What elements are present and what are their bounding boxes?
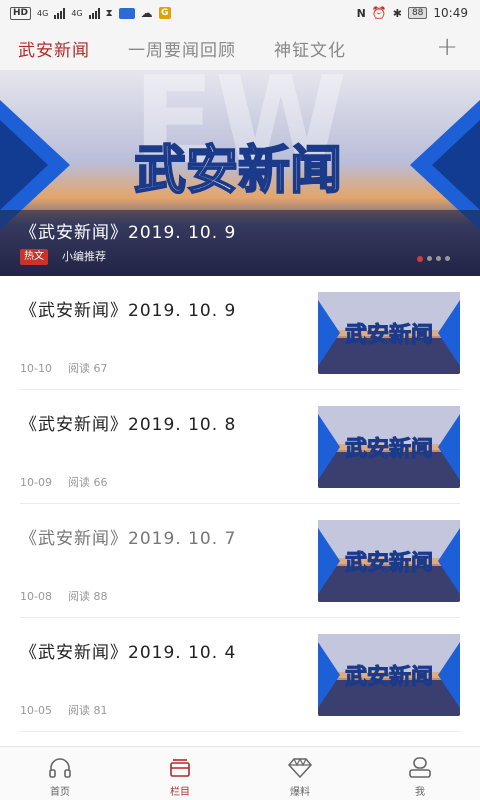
news-title: 《武安新闻》2019. 10. 8 bbox=[20, 415, 237, 435]
news-thumbnail: 武安新闻 bbox=[318, 406, 460, 488]
carousel-dot-active[interactable] bbox=[417, 256, 423, 262]
carousel-dots bbox=[417, 256, 450, 262]
svg-text:武安新闻: 武安新闻 bbox=[345, 436, 433, 462]
hot-tag: 热文 bbox=[20, 249, 48, 265]
nav-tips-label: 爆料 bbox=[290, 787, 310, 798]
svg-text:武安新闻: 武安新闻 bbox=[345, 322, 433, 348]
banner-image: EW 武安新闻 bbox=[0, 70, 480, 276]
nav-columns[interactable]: 栏目 bbox=[120, 747, 240, 800]
banner-title: 《武安新闻》2019. 10. 9 bbox=[20, 223, 237, 243]
tab-culture[interactable]: 神钲文化 bbox=[274, 36, 346, 61]
net2-label: 4G bbox=[71, 8, 83, 18]
news-date: 10-09 bbox=[20, 476, 52, 489]
diamond-icon bbox=[287, 756, 313, 780]
bluetooth-icon: ✱ bbox=[392, 6, 402, 20]
net1-label: 4G bbox=[37, 8, 49, 18]
news-date: 10-05 bbox=[20, 704, 52, 717]
signal-icon-2 bbox=[88, 7, 100, 19]
news-item[interactable]: 《武安新闻》2019. 10. 9 10-10 阅读 67 武安新闻 bbox=[0, 276, 480, 390]
hd-indicator: HD bbox=[10, 6, 32, 20]
nav-tips[interactable]: 爆料 bbox=[240, 747, 360, 800]
news-meta: 10-08 阅读 88 bbox=[20, 588, 107, 604]
news-title: 《武安新闻》2019. 10. 7 bbox=[20, 529, 237, 549]
headphones-icon bbox=[47, 756, 73, 780]
news-reads: 阅读 67 bbox=[67, 362, 108, 375]
nav-me[interactable]: 我 bbox=[360, 747, 480, 800]
divider bbox=[20, 731, 460, 732]
news-thumbnail: 武安新闻 bbox=[318, 292, 460, 374]
status-bar: HD 4G 4G ⧗ ☁ G N ⏰ ✱ 88 10:49 bbox=[0, 0, 480, 26]
nav-home-label: 首页 bbox=[50, 787, 70, 798]
battery-icon: 88 bbox=[407, 7, 428, 19]
nav-columns-label: 栏目 bbox=[170, 787, 190, 798]
news-item[interactable]: 《武安新闻》2019. 10. 4 10-05 阅读 81 武安新闻 bbox=[0, 618, 480, 732]
hourglass-icon: ⧗ bbox=[105, 7, 113, 19]
banner-logo-text: 武安新闻 bbox=[134, 141, 342, 201]
news-reads: 阅读 66 bbox=[67, 476, 108, 489]
app-badge-icon: G bbox=[158, 7, 171, 19]
news-meta: 10-10 阅读 67 bbox=[20, 360, 107, 376]
bottom-nav: 首页 栏目 爆料 我 bbox=[0, 746, 480, 800]
news-list: 《武安新闻》2019. 10. 9 10-10 阅读 67 武安新闻 《武安新闻》… bbox=[0, 276, 480, 746]
news-title: 《武安新闻》2019. 10. 9 bbox=[20, 301, 237, 321]
svg-text:武安新闻: 武安新闻 bbox=[345, 550, 433, 576]
category-tabs: 武安新闻 一周要闻回顾 神钲文化 + bbox=[0, 26, 480, 70]
news-date: 10-08 bbox=[20, 590, 52, 603]
recommend-label: 小编推荐 bbox=[62, 250, 106, 263]
alarm-icon: ⏰ bbox=[371, 6, 387, 20]
signal-icon bbox=[54, 7, 66, 19]
news-meta: 10-05 阅读 81 bbox=[20, 702, 107, 718]
carousel-dot[interactable] bbox=[445, 256, 450, 261]
news-item[interactable]: 《武安新闻》2019. 10. 7 10-08 阅读 88 武安新闻 bbox=[0, 504, 480, 618]
add-tab-icon[interactable]: + bbox=[436, 34, 458, 60]
news-thumbnail: 武安新闻 bbox=[318, 634, 460, 716]
news-date: 10-10 bbox=[20, 362, 52, 375]
news-thumbnail: 武安新闻 bbox=[318, 520, 460, 602]
carousel-dot[interactable] bbox=[427, 256, 432, 261]
svg-text:武安新闻: 武安新闻 bbox=[345, 664, 433, 690]
carousel-dot[interactable] bbox=[436, 256, 441, 261]
news-item[interactable]: 《武安新闻》2019. 10. 8 10-09 阅读 66 武安新闻 bbox=[0, 390, 480, 504]
nav-me-label: 我 bbox=[415, 787, 425, 798]
news-reads: 阅读 88 bbox=[67, 590, 108, 603]
news-reads: 阅读 81 bbox=[67, 704, 108, 717]
user-icon bbox=[407, 756, 433, 780]
tab-wuan-news[interactable]: 武安新闻 bbox=[18, 36, 90, 61]
wechat-icon: ☁ bbox=[140, 6, 153, 20]
app-notification-icon bbox=[118, 7, 135, 19]
tab-weekly-review[interactable]: 一周要闻回顾 bbox=[128, 36, 236, 61]
news-title: 《武安新闻》2019. 10. 4 bbox=[20, 643, 237, 663]
nfc-icon: N bbox=[356, 6, 366, 20]
nav-home[interactable]: 首页 bbox=[0, 747, 120, 800]
featured-banner[interactable]: EW 武安新闻 《武安新闻》2019. 10. 9 热文 小编推荐 bbox=[0, 70, 480, 276]
clock: 10:49 bbox=[433, 6, 468, 20]
news-meta: 10-09 阅读 66 bbox=[20, 474, 107, 490]
columns-icon bbox=[167, 756, 193, 780]
